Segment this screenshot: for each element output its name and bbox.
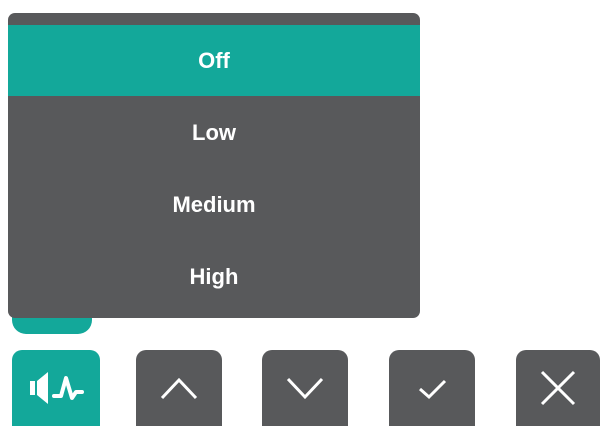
chevron-up-icon [160, 377, 198, 400]
confirm-button[interactable] [389, 350, 475, 426]
down-button[interactable] [262, 350, 348, 426]
menu-item-label: Low [192, 119, 236, 145]
level-dropdown-menu: Off Low Medium High [8, 13, 420, 318]
sound-mode-button[interactable] [12, 350, 100, 426]
close-icon [540, 370, 576, 406]
volume-wave-icon [30, 372, 84, 404]
up-button[interactable] [136, 350, 222, 426]
check-icon [419, 379, 447, 400]
menu-item-label: Off [198, 47, 230, 73]
menu-item-label: High [189, 263, 239, 289]
menu-item-medium[interactable]: Medium [8, 169, 420, 240]
menu-item-high[interactable]: High [8, 241, 420, 312]
menu-item-off[interactable]: Off [8, 25, 420, 96]
menu-item-label: Medium [172, 191, 256, 217]
menu-item-low[interactable]: Low [8, 97, 420, 168]
close-button[interactable] [516, 350, 600, 426]
chevron-down-icon [286, 377, 324, 400]
